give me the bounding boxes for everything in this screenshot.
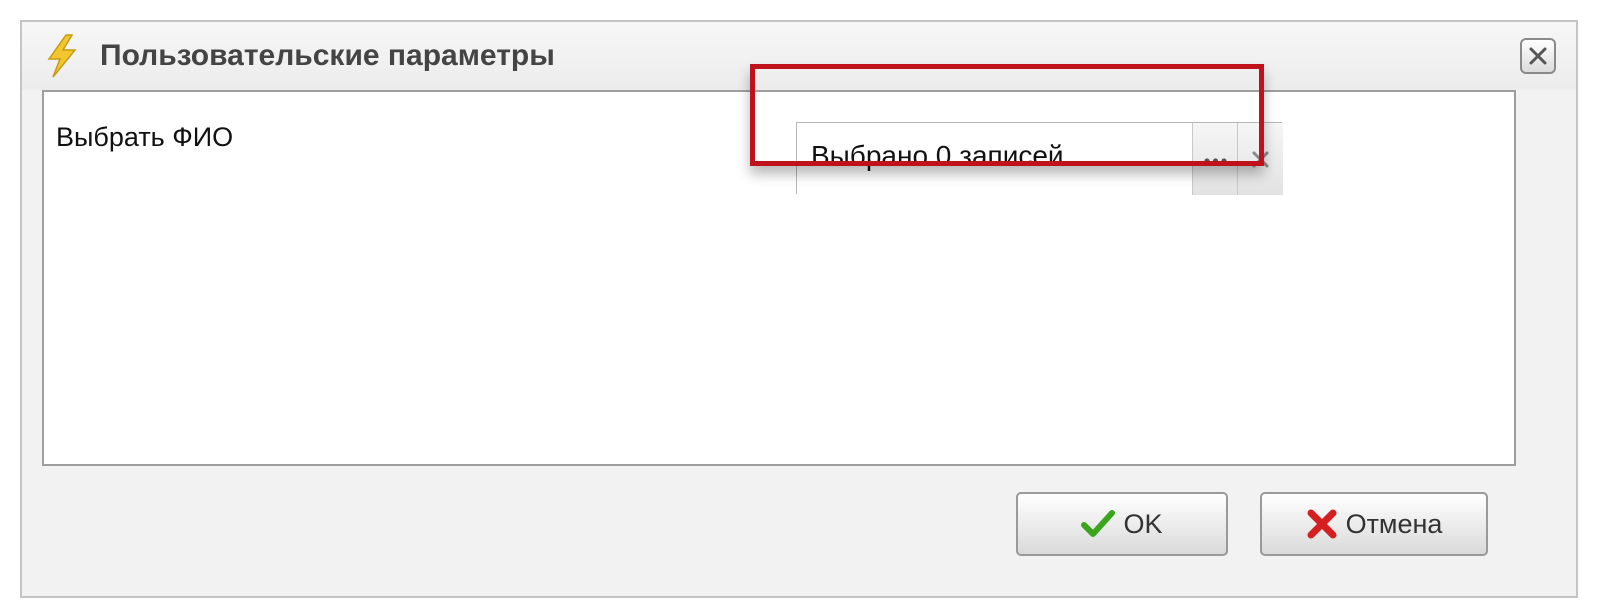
cancel-button-label: Отмена xyxy=(1345,508,1443,539)
cross-icon xyxy=(1307,509,1337,539)
ok-button[interactable]: OK xyxy=(1016,492,1228,556)
cancel-button[interactable]: Отмена xyxy=(1260,492,1488,556)
ellipsis-icon xyxy=(1204,158,1227,164)
clear-selection-button[interactable] xyxy=(1238,123,1283,195)
dialog-content: Выбрать ФИО Выбрано 0 записей xyxy=(42,90,1516,466)
clear-icon xyxy=(1252,151,1269,168)
fio-label: Выбрать ФИО xyxy=(56,122,234,152)
lightning-icon xyxy=(44,34,80,78)
checkmark-icon xyxy=(1081,510,1116,537)
dialog-titlebar: Пользовательские параметры xyxy=(22,22,1576,90)
close-button[interactable] xyxy=(1520,38,1556,74)
fio-field[interactable]: Выбрано 0 записей xyxy=(797,123,1193,195)
ok-button-label: OK xyxy=(1123,508,1163,539)
close-icon xyxy=(1529,47,1547,65)
dialog-title: Пользовательские параметры xyxy=(100,39,555,72)
user-parameters-dialog: Пользовательские параметры Выбрать ФИО В… xyxy=(20,20,1578,598)
select-records-button[interactable] xyxy=(1193,123,1238,195)
fio-picker: Выбрано 0 записей xyxy=(796,122,1283,195)
